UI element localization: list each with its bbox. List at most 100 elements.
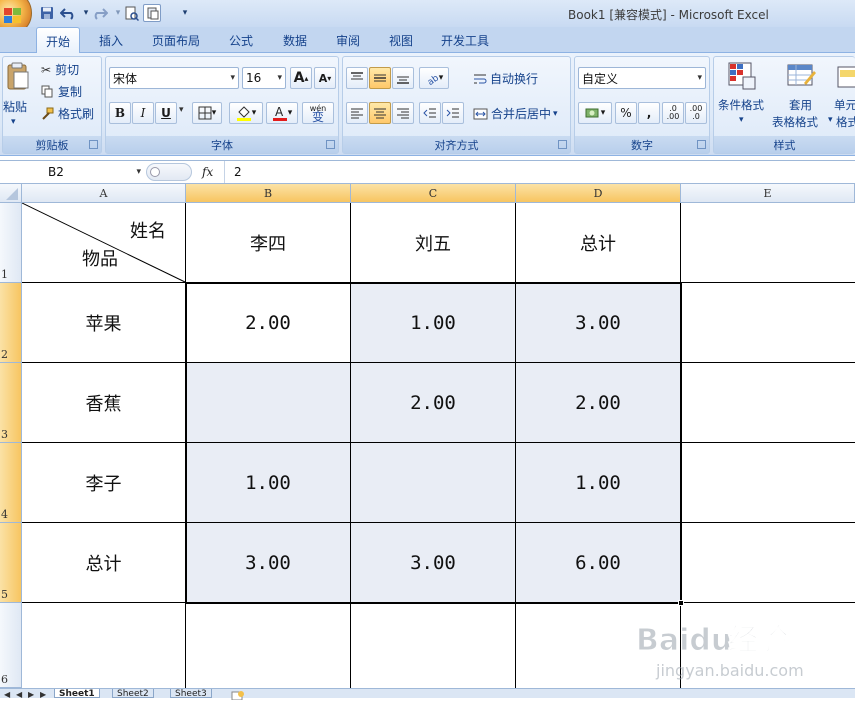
copy-button[interactable]: 复制 <box>41 83 82 100</box>
conditional-format-dropdown-icon[interactable]: ▾ <box>739 115 744 125</box>
insert-function-button[interactable]: fx <box>202 163 213 181</box>
cell-e5[interactable] <box>681 523 855 603</box>
conditional-format-button[interactable]: 条件格式 <box>718 97 764 113</box>
grow-font-button[interactable]: A ▴ <box>290 67 312 89</box>
decrease-indent-icon[interactable] <box>419 102 441 124</box>
save-icon[interactable] <box>38 4 56 22</box>
cell-d2[interactable]: 3.00 <box>516 283 681 363</box>
cell-e1[interactable] <box>681 203 855 283</box>
align-left-icon[interactable] <box>346 102 368 124</box>
row-header-1[interactable]: 1 <box>0 203 22 283</box>
align-middle-icon[interactable] <box>369 67 391 89</box>
column-header-d[interactable]: D <box>516 184 681 203</box>
row-header-4[interactable]: 4 <box>0 443 22 523</box>
row-header-6[interactable]: 6 <box>0 603 22 688</box>
column-header-e[interactable]: E <box>681 184 855 203</box>
row-header-3[interactable]: 3 <box>0 363 22 443</box>
tab-data[interactable]: 数据 <box>276 27 314 53</box>
orientation-icon[interactable]: ab ▾ <box>419 67 449 89</box>
cell-c6[interactable] <box>351 603 516 688</box>
cell-a4[interactable]: 李子 <box>22 443 186 523</box>
cell-styles-label-2[interactable]: 格式 <box>836 114 855 130</box>
cell-d1[interactable]: 总计 <box>516 203 681 283</box>
align-right-icon[interactable] <box>392 102 414 124</box>
paste-icon[interactable] <box>5 61 31 91</box>
name-box[interactable]: B2 ▾ <box>0 162 145 182</box>
cell-a6[interactable] <box>22 603 186 688</box>
border-button[interactable]: ▾ <box>192 102 222 124</box>
tab-formulas[interactable]: 公式 <box>222 27 260 53</box>
number-launcher-icon[interactable] <box>697 140 706 149</box>
align-bottom-icon[interactable] <box>392 67 414 89</box>
cell-a5[interactable]: 总计 <box>22 523 186 603</box>
format-painter-button[interactable]: 格式刷 <box>41 105 94 122</box>
format-as-table-dropdown-icon[interactable]: ▾ <box>828 115 833 125</box>
cell-b3[interactable] <box>186 363 351 443</box>
font-color-button[interactable]: A ▾ <box>266 102 298 124</box>
fill-color-button[interactable]: ▾ <box>229 102 263 124</box>
cell-styles-icon[interactable] <box>836 61 855 91</box>
tab-page-layout[interactable]: 页面布局 <box>146 27 206 53</box>
italic-button[interactable]: I <box>132 102 154 124</box>
conditional-format-icon[interactable] <box>727 61 757 91</box>
cell-d3[interactable]: 2.00 <box>516 363 681 443</box>
cell-e4[interactable] <box>681 443 855 523</box>
bold-button[interactable]: B <box>109 102 131 124</box>
cell-a3[interactable]: 香蕉 <box>22 363 186 443</box>
row-header-5[interactable]: 5 <box>0 523 22 603</box>
format-as-table-icon[interactable] <box>786 61 816 91</box>
wrap-text-button[interactable]: 自动换行 <box>473 70 538 87</box>
cell-c3[interactable]: 2.00 <box>351 363 516 443</box>
cell-b6[interactable] <box>186 603 351 688</box>
cell-a1-diagonal-header[interactable]: 姓名 物品 <box>22 203 186 283</box>
format-as-table-label-1[interactable]: 套用 <box>789 97 812 113</box>
column-header-b[interactable]: B <box>186 184 351 203</box>
cell-d4[interactable]: 1.00 <box>516 443 681 523</box>
row-header-2[interactable]: 2 <box>0 283 22 363</box>
font-launcher-icon[interactable] <box>326 140 335 149</box>
font-name-select[interactable]: 宋体 ▾ <box>109 67 239 89</box>
underline-button[interactable]: U <box>155 102 177 124</box>
undo-icon[interactable] <box>59 4 77 22</box>
increase-decimal-button[interactable]: .0 .00 <box>662 102 684 124</box>
cell-d5[interactable]: 6.00 <box>516 523 681 603</box>
paste-button[interactable]: 粘贴 <box>3 98 27 115</box>
format-as-table-label-2[interactable]: 表格格式 <box>772 114 818 130</box>
tab-view[interactable]: 视图 <box>382 27 420 53</box>
comma-button[interactable]: , <box>638 102 660 124</box>
fill-handle[interactable] <box>678 600 684 606</box>
print-preview-icon[interactable] <box>122 4 140 22</box>
sheet-tab-3[interactable]: Sheet3 <box>170 689 212 698</box>
font-size-select[interactable]: 16 ▾ <box>242 67 286 89</box>
currency-button[interactable]: ▾ <box>578 102 612 124</box>
decrease-decimal-button[interactable]: .00 .0 <box>685 102 707 124</box>
cell-c4[interactable] <box>351 443 516 523</box>
customize-toolbar-icon[interactable]: ▾ <box>176 4 194 22</box>
alignment-launcher-icon[interactable] <box>558 140 567 149</box>
align-top-icon[interactable] <box>346 67 368 89</box>
phonetic-button[interactable]: wén 变 <box>302 102 334 124</box>
cell-a2[interactable]: 苹果 <box>22 283 186 363</box>
number-format-select[interactable]: 自定义 ▾ <box>578 67 706 89</box>
cell-b4[interactable]: 1.00 <box>186 443 351 523</box>
percent-button[interactable]: % <box>615 102 637 124</box>
cut-button[interactable]: ✂ 剪切 <box>41 61 79 78</box>
merge-center-button[interactable]: 合并后居中 ▾ <box>473 105 558 122</box>
quick-access-icon[interactable] <box>143 4 161 22</box>
sheet-tab-2[interactable]: Sheet2 <box>112 689 154 698</box>
tab-insert[interactable]: 插入 <box>92 27 130 53</box>
cell-c2[interactable]: 1.00 <box>351 283 516 363</box>
sheet-tab-1[interactable]: Sheet1 <box>54 689 100 698</box>
paste-dropdown-icon[interactable]: ▾ <box>11 117 16 127</box>
formula-input[interactable]: 2 <box>234 163 242 181</box>
cell-b1[interactable]: 李四 <box>186 203 351 283</box>
tab-review[interactable]: 审阅 <box>329 27 367 53</box>
cell-c5[interactable]: 3.00 <box>351 523 516 603</box>
cell-styles-label-1[interactable]: 单元 <box>834 97 855 113</box>
cell-c1[interactable]: 刘五 <box>351 203 516 283</box>
formula-bar-splitter[interactable] <box>146 163 192 181</box>
select-all-corner[interactable] <box>0 184 22 203</box>
insert-sheet-icon[interactable] <box>230 689 246 701</box>
tab-home[interactable]: 开始 <box>36 27 80 54</box>
shrink-font-button[interactable]: A ▾ <box>314 67 336 89</box>
